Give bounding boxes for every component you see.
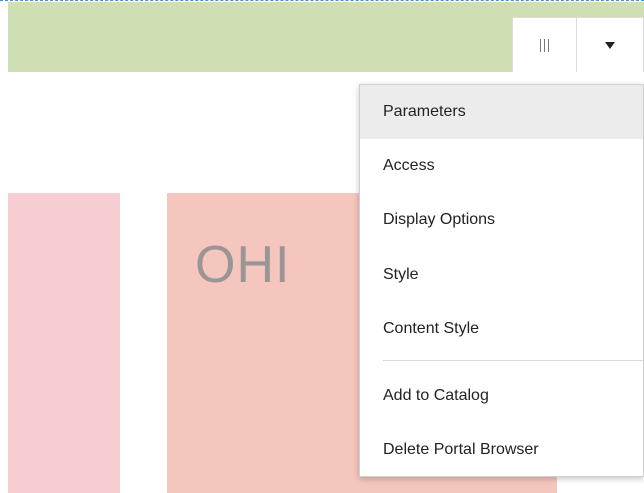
- menu-item-parameters[interactable]: Parameters: [360, 85, 643, 139]
- dashed-border: [0, 0, 644, 1]
- caret-down-icon: [605, 41, 615, 49]
- content-panel-pink: [8, 193, 120, 493]
- menu-item-add-to-catalog[interactable]: Add to Catalog: [360, 369, 643, 423]
- menu-item-delete-portal-browser[interactable]: Delete Portal Browser: [360, 423, 643, 477]
- columns-button[interactable]: [512, 17, 577, 72]
- options-dropdown-menu: Parameters Access Display Options Style …: [359, 84, 644, 477]
- panel-heading-text: OHI: [195, 236, 291, 294]
- columns-icon: [540, 38, 549, 52]
- menu-item-content-style[interactable]: Content Style: [360, 302, 643, 356]
- menu-item-style[interactable]: Style: [360, 248, 643, 302]
- menu-item-access[interactable]: Access: [360, 139, 643, 193]
- menu-dropdown-button[interactable]: [577, 17, 644, 72]
- menu-item-display-options[interactable]: Display Options: [360, 193, 643, 247]
- menu-separator: [383, 360, 643, 361]
